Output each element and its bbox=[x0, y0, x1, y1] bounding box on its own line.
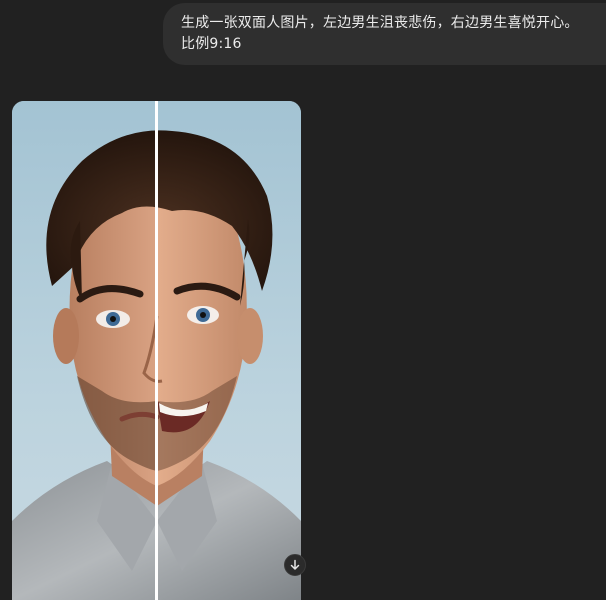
user-message-line-2: 比例9:16 bbox=[181, 36, 242, 52]
download-button[interactable] bbox=[284, 554, 306, 576]
chat-view: 生成一张双面人图片，左边男生沮丧悲伤，右边男生喜悦开心。 比例9:16 bbox=[0, 0, 606, 600]
split-face-portrait bbox=[12, 101, 301, 600]
user-message-bubble: 生成一张双面人图片，左边男生沮丧悲伤，右边男生喜悦开心。 比例9:16 bbox=[163, 3, 606, 65]
arrow-down-icon bbox=[290, 559, 300, 570]
generated-image[interactable] bbox=[12, 101, 301, 600]
user-message-line-1: 生成一张双面人图片，左边男生沮丧悲伤，右边男生喜悦开心。 bbox=[181, 15, 579, 31]
